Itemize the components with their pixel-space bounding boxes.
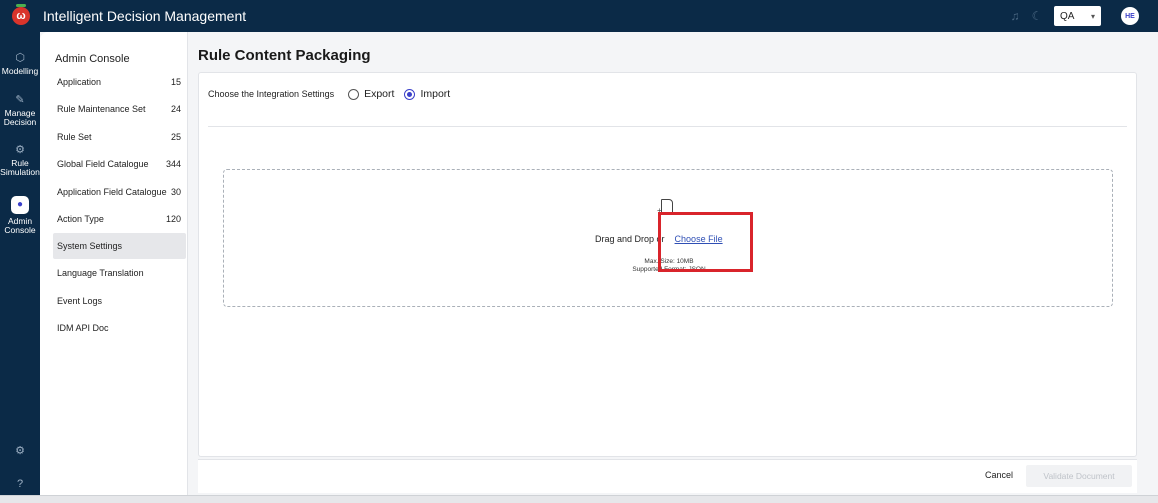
menu-label: Event Logs: [57, 296, 103, 306]
nav-label: Decision: [3, 117, 37, 127]
menu-item-language-translation[interactable]: Language Translation: [53, 260, 186, 286]
menu-count: 344: [165, 159, 181, 169]
moon-icon[interactable]: ☾: [1030, 9, 1044, 23]
menu-item-action-type[interactable]: Action Type 120: [53, 206, 186, 232]
menu-label: Rule Maintenance Set: [57, 104, 146, 114]
environment-select[interactable]: QA ▾: [1054, 6, 1101, 26]
left-nav: ⬡ Modelling ✎ Manage Decision ⚙ Rule Sim…: [0, 32, 40, 503]
settings-label: Choose the Integration Settings: [208, 89, 335, 99]
menu-label: IDM API Doc: [57, 323, 109, 333]
nav-label: Console: [4, 225, 36, 235]
file-add-icon: [657, 199, 673, 215]
menu-item-application[interactable]: Application 15: [53, 69, 186, 95]
menu-label: Global Field Catalogue: [57, 159, 149, 169]
export-radio[interactable]: [348, 88, 360, 100]
menu-item-event-logs[interactable]: Event Logs: [53, 288, 186, 314]
nav-item-rule-simulation[interactable]: ⚙ Rule Simulation: [0, 144, 40, 177]
app-logo[interactable]: ω: [12, 7, 30, 25]
gear-box-icon: ⚙: [15, 144, 25, 156]
menu-item-application-field-catalogue[interactable]: Application Field Catalogue 30: [53, 179, 186, 205]
help-icon[interactable]: ?: [14, 478, 26, 490]
admin-console-title: Admin Console: [55, 53, 130, 65]
chevron-down-icon: ▾: [1090, 11, 1095, 21]
integration-settings-row: Choose the Integration Settings Export I…: [208, 88, 450, 100]
window-bottom-strip: [0, 495, 1158, 503]
menu-label: System Settings: [57, 241, 123, 251]
nav-label: Simulation: [0, 167, 40, 177]
menu-count: 30: [170, 187, 181, 197]
menu-label: Application Field Catalogue: [57, 187, 167, 197]
menu-item-rule-set[interactable]: Rule Set 25: [53, 124, 186, 150]
menu-item-idm-api-doc[interactable]: IDM API Doc: [53, 315, 186, 341]
menu-count: 24: [170, 104, 181, 114]
environment-value: QA: [1060, 10, 1075, 22]
highlight-box: [658, 212, 753, 272]
admin-icon: ●: [11, 196, 29, 214]
import-radio[interactable]: [404, 88, 416, 100]
nav-item-manage-decision[interactable]: ✎ Manage Decision: [0, 94, 40, 127]
nav-item-modelling[interactable]: ⬡ Modelling: [0, 52, 40, 76]
menu-count: 15: [170, 77, 181, 87]
export-label[interactable]: Export: [364, 88, 394, 100]
cube-icon: ⬡: [15, 52, 25, 64]
nav-label: Modelling: [1, 66, 39, 76]
menu-count: 25: [170, 132, 181, 142]
menu-label: Application: [57, 77, 102, 87]
avatar[interactable]: HE: [1121, 7, 1139, 25]
menu-count: 120: [165, 214, 181, 224]
menu-label: Language Translation: [57, 268, 144, 278]
menu-label: Rule Set: [57, 132, 92, 142]
app-title: Intelligent Decision Management: [43, 8, 247, 24]
admin-console-panel: Admin Console Application 15 Rule Mainte…: [40, 32, 188, 503]
page-title: Rule Content Packaging: [198, 47, 371, 64]
footer-bar: Cancel Validate Document: [198, 459, 1137, 493]
drag-drop-text: Drag and Drop or: [595, 234, 665, 244]
edit-icon: ✎: [15, 94, 25, 106]
nav-item-admin-console[interactable]: ● Admin Console: [0, 196, 40, 235]
menu-item-global-field-catalogue[interactable]: Global Field Catalogue 344: [53, 151, 186, 177]
validate-document-button[interactable]: Validate Document: [1026, 465, 1132, 487]
menu-item-system-settings[interactable]: System Settings: [53, 233, 186, 259]
divider: [208, 126, 1127, 127]
top-bar: ω Intelligent Decision Management ♫ ☾ QA…: [0, 0, 1158, 32]
menu-item-rule-maintenance-set[interactable]: Rule Maintenance Set 24: [53, 96, 186, 122]
settings-icon[interactable]: ⚙: [14, 445, 26, 457]
menu-label: Action Type: [57, 214, 104, 224]
bell-icon[interactable]: ♫: [1008, 9, 1022, 23]
top-right-controls: ♫ ☾ QA ▾ HE: [1008, 0, 1158, 32]
import-label[interactable]: Import: [420, 88, 450, 100]
cancel-button[interactable]: Cancel: [985, 470, 1013, 480]
